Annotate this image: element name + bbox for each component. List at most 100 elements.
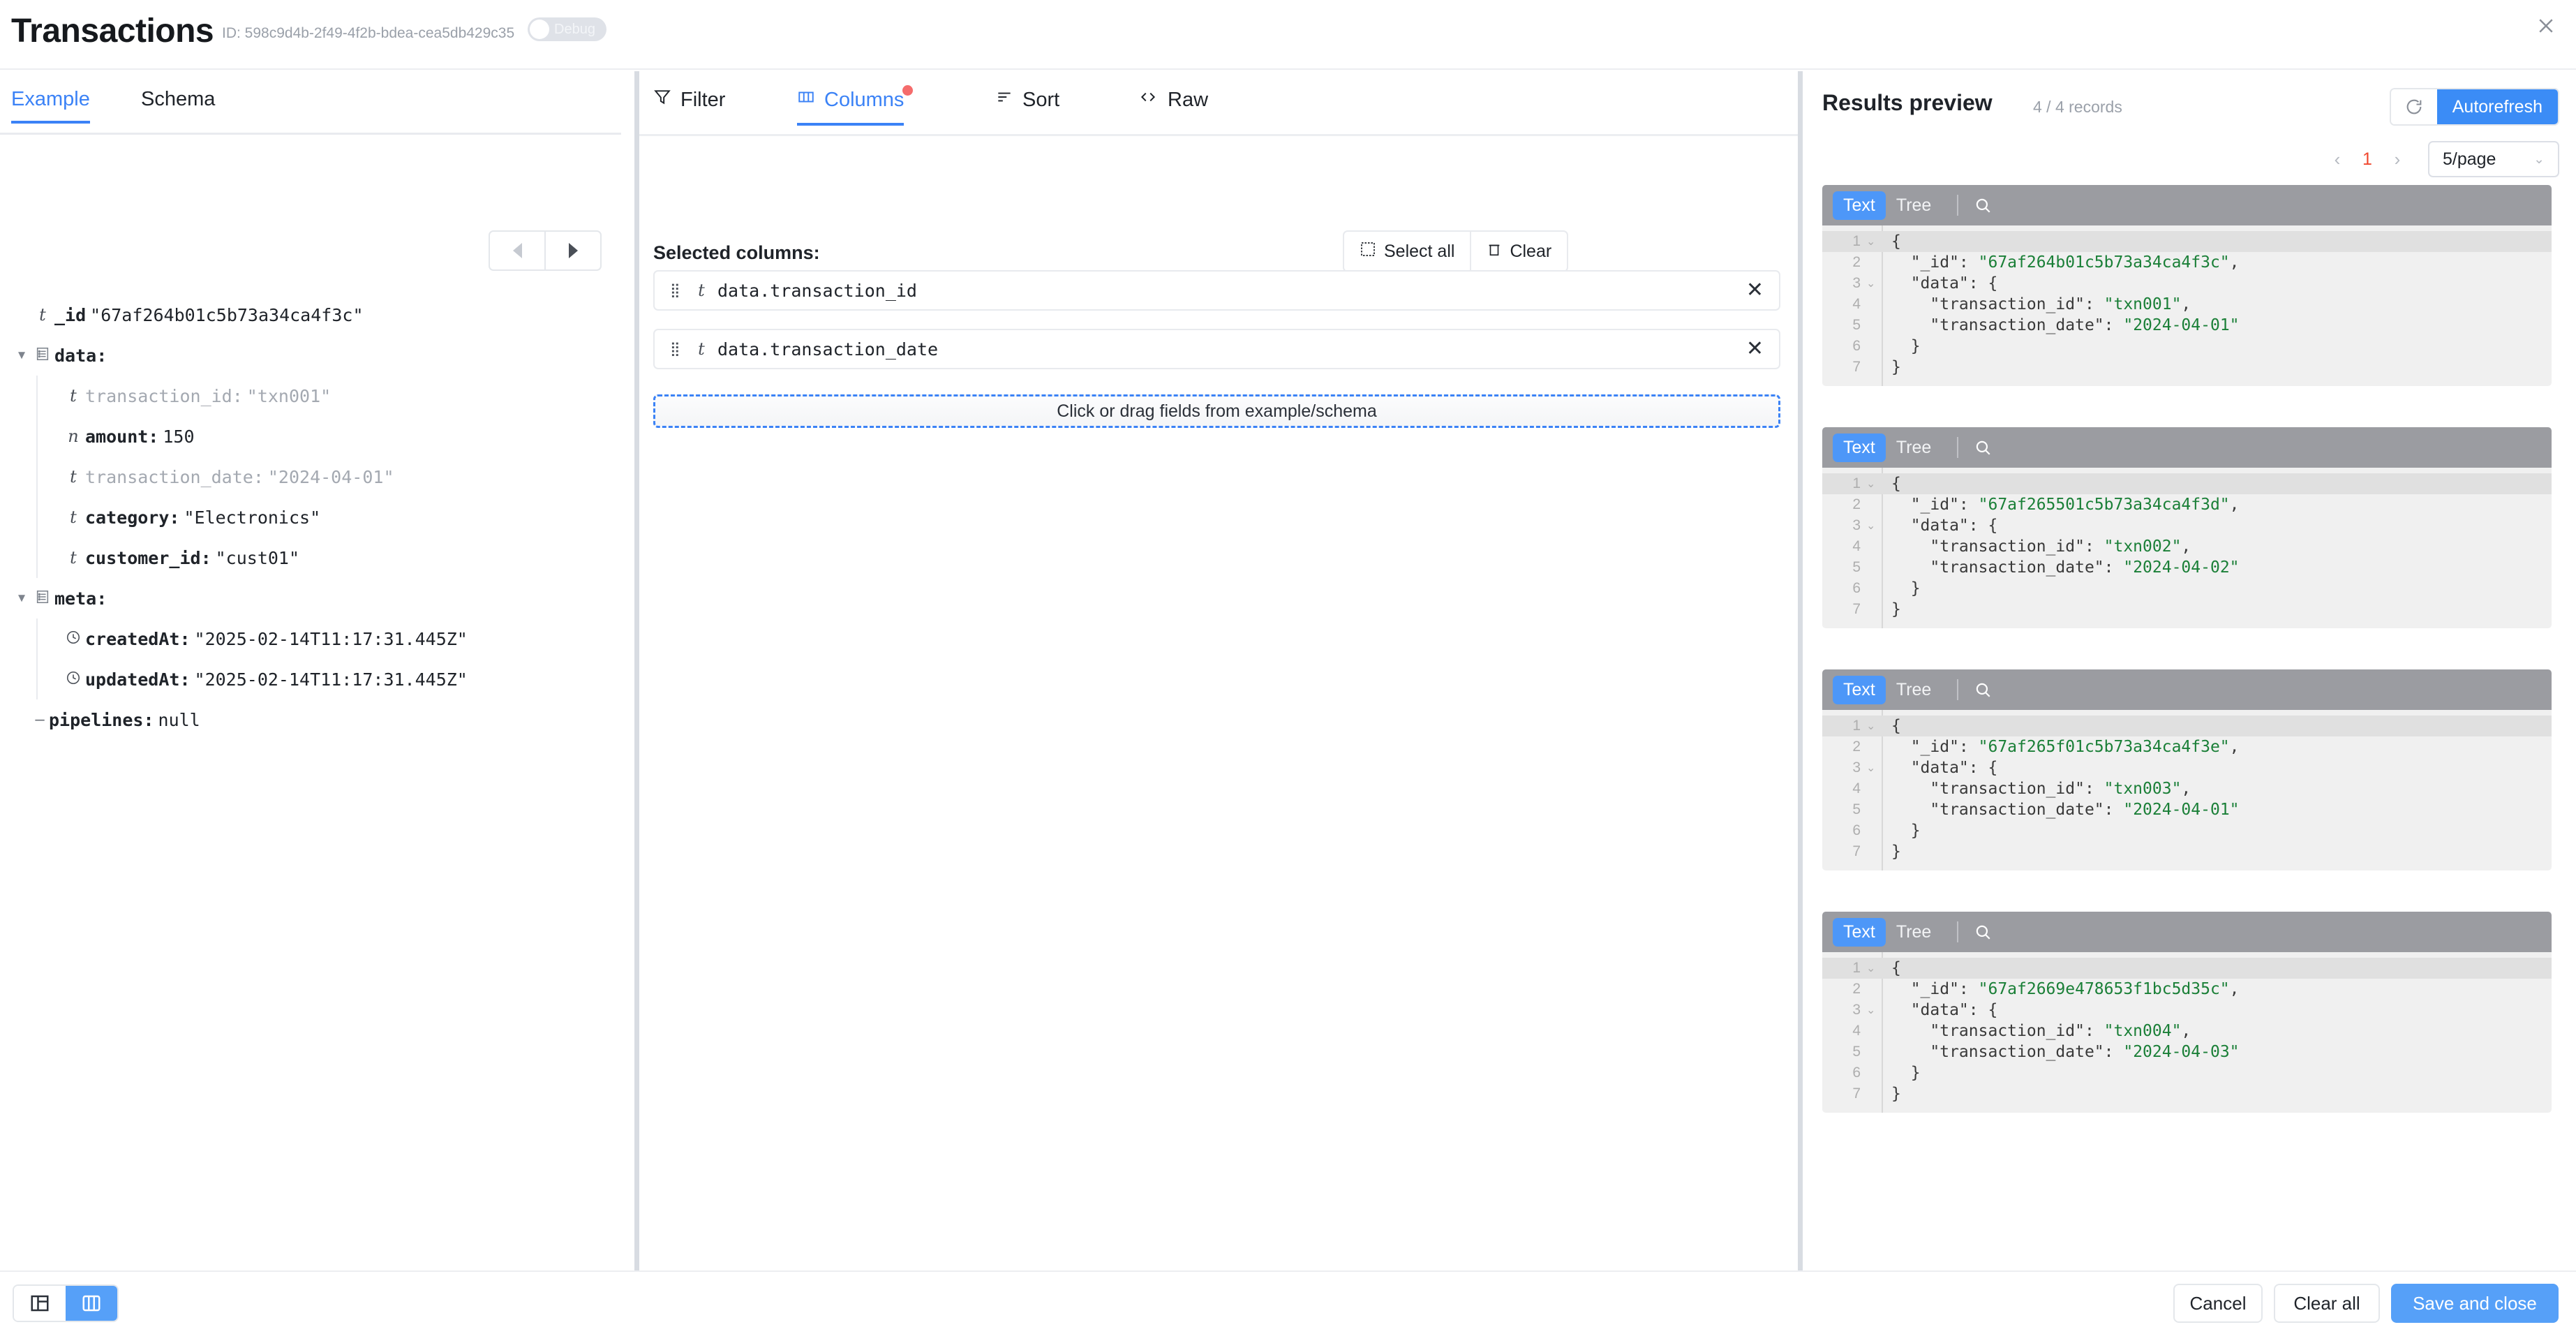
fold-toggle-icon[interactable]: ⌄ — [1866, 761, 1882, 775]
tab-example[interactable]: Example — [11, 88, 90, 124]
card-tab-tree[interactable]: Tree — [1886, 676, 1942, 704]
code-text: { — [1891, 717, 1901, 735]
select-all-button[interactable]: Select all — [1344, 232, 1470, 271]
tree-row[interactable]: t transaction_date: "2024-04-01" — [0, 457, 636, 497]
tree-row[interactable]: ▼ data: — [0, 335, 636, 376]
line-number: 5 — [1852, 559, 1861, 575]
autorefresh-button[interactable]: Autorefresh — [2436, 89, 2558, 124]
line-number: 6 — [1852, 1065, 1861, 1081]
debug-toggle[interactable]: Debug — [528, 17, 606, 41]
fold-toggle-icon[interactable]: ⌄ — [1866, 961, 1882, 975]
fold-toggle-icon[interactable]: ⌄ — [1866, 719, 1882, 733]
tree-row[interactable]: ▼ meta: — [0, 578, 636, 618]
tree-row[interactable]: n amount: 150 — [0, 416, 636, 457]
clear-label: Clear — [1510, 241, 1552, 261]
line-number: 3 — [1852, 1002, 1861, 1018]
json-code-block[interactable]: 1 ⌄{2 "_id": "67af264b01c5b73a34ca4f3c", 3… — [1822, 225, 2552, 386]
tree-key: meta: — [54, 588, 107, 609]
tree-row[interactable]: t category: "Electronics" — [0, 497, 636, 538]
card-tab-text[interactable]: Text — [1833, 675, 1886, 704]
page-title: Transactions — [11, 13, 214, 50]
code-text: } — [1891, 1064, 1921, 1082]
code-line: 4 "transaction_id": "txn004", — [1822, 1021, 2552, 1042]
layout-columns-icon[interactable] — [66, 1286, 117, 1321]
example-schema-panel: Example Schema t _id "67af264b01c5b73a34ca… — [0, 71, 636, 1270]
line-number: 2 — [1852, 739, 1861, 755]
tab-filter[interactable]: Filter — [653, 88, 725, 123]
tree-row[interactable]: updatedAt: "2025-02-14T11:17:31.445Z" — [0, 659, 636, 699]
tab-underline — [639, 134, 1798, 136]
search-icon[interactable] — [1974, 438, 1992, 457]
fold-toggle-icon[interactable]: ⌄ — [1866, 235, 1882, 249]
json-code-block[interactable]: 1 ⌄{2 "_id": "67af265501c5b73a34ca4f3d", 3… — [1822, 468, 2552, 628]
code-line: 4 "transaction_id": "txn003", — [1822, 778, 2552, 799]
code-line: 2 "_id": "67af265501c5b73a34ca4f3d", — [1822, 494, 2552, 515]
tree-row[interactable]: createdAt: "2025-02-14T11:17:31.445Z" — [0, 618, 636, 659]
remove-column-icon[interactable]: ✕ — [1746, 280, 1764, 301]
pagination-next[interactable]: › — [2382, 149, 2413, 170]
caret-down-icon[interactable]: ▼ — [13, 348, 31, 362]
tree-key: transaction_id: — [85, 385, 243, 406]
card-tab-tree[interactable]: Tree — [1886, 191, 1942, 220]
refresh-icon[interactable] — [2390, 89, 2437, 124]
code-text: "_id": "67af264b01c5b73a34ca4f3c", — [1891, 253, 2240, 272]
tree-row[interactable]: t customer_id: "cust01" — [0, 538, 636, 578]
close-icon[interactable] — [2530, 10, 2562, 42]
clear-button[interactable]: Clear — [1470, 232, 1567, 271]
pagination-prev[interactable]: ‹ — [2322, 149, 2353, 170]
left-panel-tabs: Example Schema — [0, 88, 636, 137]
card-tab-tree[interactable]: Tree — [1886, 918, 1942, 947]
card-tab-text[interactable]: Text — [1833, 917, 1886, 947]
fold-toggle-icon[interactable]: ⌄ — [1866, 477, 1882, 491]
save-and-close-button[interactable]: Save and close — [2391, 1284, 2559, 1323]
remove-column-icon[interactable]: ✕ — [1746, 339, 1764, 360]
clear-all-button[interactable]: Clear all — [2274, 1284, 2380, 1323]
object-icon — [31, 589, 54, 608]
example-prev-button[interactable] — [490, 232, 546, 269]
page-size-select[interactable]: 5/page ⌄ — [2428, 141, 2559, 177]
caret-down-icon[interactable]: ▼ — [13, 591, 31, 605]
json-code-block[interactable]: 1 ⌄{2 "_id": "67af265f01c5b73a34ca4f3e", 3… — [1822, 710, 2552, 870]
code-line: 5 "transaction_date": "2024-04-01" — [1822, 799, 2552, 820]
tab-columns[interactable]: Columns — [797, 85, 914, 126]
layout-split-icon[interactable] — [14, 1286, 66, 1321]
line-number: 4 — [1852, 780, 1861, 796]
drag-handle-icon[interactable]: ⣿ — [670, 342, 685, 356]
cancel-button[interactable]: Cancel — [2173, 1284, 2263, 1323]
panel-divider-right[interactable] — [1798, 71, 1803, 1270]
pagination-page-1[interactable]: 1 — [2353, 149, 2382, 170]
layout-switcher — [13, 1284, 119, 1322]
code-line: 1 ⌄ { — [1822, 231, 2552, 252]
tree-row[interactable]: t transaction_id: "txn001" — [0, 376, 636, 416]
fold-toggle-icon[interactable]: ⌄ — [1866, 276, 1882, 290]
line-number: 4 — [1852, 1023, 1861, 1039]
search-icon[interactable] — [1974, 196, 1992, 214]
line-number: 7 — [1852, 601, 1861, 617]
card-tab-text[interactable]: Text — [1833, 433, 1886, 462]
debug-toggle-knob — [530, 20, 549, 39]
card-tab-tree[interactable]: Tree — [1886, 433, 1942, 462]
fold-toggle-icon[interactable]: ⌄ — [1866, 519, 1882, 533]
tab-sort[interactable]: Sort — [995, 88, 1059, 123]
panel-divider-left[interactable] — [634, 71, 639, 1270]
tree-row[interactable]: t _id "67af264b01c5b73a34ca4f3c" — [0, 295, 636, 335]
column-dropzone[interactable]: Click or drag fields from example/schema — [653, 394, 1780, 428]
tree-key: createdAt: — [85, 628, 191, 649]
selected-column-row[interactable]: ⣿ t data.transaction_date ✕ — [653, 329, 1780, 369]
drag-handle-icon[interactable]: ⣿ — [670, 283, 685, 297]
tab-schema[interactable]: Schema — [141, 88, 215, 121]
date-icon — [61, 630, 85, 649]
search-icon[interactable] — [1974, 681, 1992, 699]
code-line: 7} — [1822, 1083, 2552, 1104]
example-next-button[interactable] — [546, 232, 600, 269]
json-code-block[interactable]: 1 ⌄{2 "_id": "67af2669e478653f1bc5d35c", 3… — [1822, 952, 2552, 1113]
search-icon[interactable] — [1974, 923, 1992, 941]
code-text: } — [1891, 843, 1901, 861]
type-string-icon: t — [70, 386, 77, 406]
card-tab-text[interactable]: Text — [1833, 191, 1886, 220]
select-all-icon — [1360, 241, 1376, 262]
fold-toggle-icon[interactable]: ⌄ — [1866, 1003, 1882, 1017]
tab-raw[interactable]: Raw — [1138, 88, 1208, 123]
tree-row[interactable]: – pipelines: null — [0, 699, 636, 740]
selected-column-row[interactable]: ⣿ t data.transaction_id ✕ — [653, 270, 1780, 311]
